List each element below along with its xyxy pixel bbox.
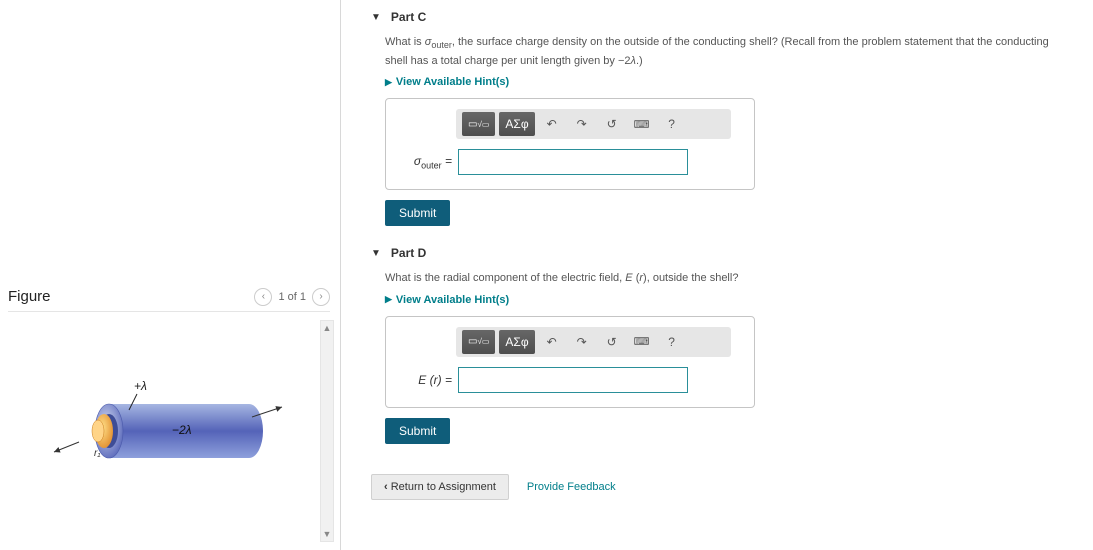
- caret-right-icon: ▶: [385, 77, 392, 88]
- help-button[interactable]: ?: [659, 112, 685, 136]
- keyboard-button[interactable]: ⌨: [629, 112, 655, 136]
- question-panel: ▼ Part C What is σouter, the surface cha…: [341, 0, 1093, 550]
- part-c-var-label: σouter =: [398, 154, 452, 170]
- greek-button[interactable]: ΑΣφ: [499, 112, 534, 136]
- collapse-caret-icon: ▼: [371, 12, 381, 23]
- figure-next-button[interactable]: ›: [312, 288, 330, 306]
- svg-text:−2λ: −2λ: [172, 423, 192, 437]
- part-c-answer-input[interactable]: [458, 149, 688, 175]
- template-button[interactable]: ▭√▭: [462, 112, 495, 136]
- scroll-up-icon[interactable]: ▲: [323, 321, 332, 335]
- reset-button[interactable]: ↺: [599, 330, 625, 354]
- chevron-left-icon: ‹: [384, 481, 388, 493]
- figure-scrollbar[interactable]: ▲ ▼: [320, 320, 334, 542]
- redo-button[interactable]: ↷: [569, 112, 595, 136]
- collapse-caret-icon: ▼: [371, 248, 381, 259]
- hints-label: View Available Hint(s): [396, 76, 509, 88]
- scroll-down-icon[interactable]: ▼: [323, 527, 332, 541]
- provide-feedback-link[interactable]: Provide Feedback: [527, 481, 616, 493]
- return-to-assignment-button[interactable]: ‹ Return to Assignment: [371, 474, 509, 500]
- template-button[interactable]: ▭√▭: [462, 330, 495, 354]
- return-label: Return to Assignment: [391, 481, 496, 493]
- part-c-hints-link[interactable]: ▶ View Available Hint(s): [385, 76, 1073, 88]
- part-c-title: Part C: [391, 10, 426, 24]
- part-c-submit-button[interactable]: Submit: [385, 200, 450, 226]
- hints-label: View Available Hint(s): [396, 294, 509, 306]
- undo-button[interactable]: ↶: [539, 112, 565, 136]
- figure-pager: ‹ 1 of 1 ›: [254, 288, 330, 306]
- keyboard-button[interactable]: ⌨: [629, 330, 655, 354]
- undo-button[interactable]: ↶: [539, 330, 565, 354]
- figure-title: Figure: [8, 288, 51, 305]
- part-d-prompt: What is the radial component of the elec…: [385, 270, 1073, 288]
- greek-button[interactable]: ΑΣφ: [499, 330, 534, 354]
- part-c-prompt: What is σouter, the surface charge densi…: [385, 34, 1073, 70]
- part-d-answer-area: ▭√▭ ΑΣφ ↶ ↷ ↺ ⌨ ? E (r) =: [385, 316, 755, 408]
- equation-toolbar: ▭√▭ ΑΣφ ↶ ↷ ↺ ⌨ ?: [456, 109, 731, 139]
- redo-button[interactable]: ↷: [569, 330, 595, 354]
- part-c-header[interactable]: ▼ Part C: [371, 0, 1073, 30]
- figure-prev-button[interactable]: ‹: [254, 288, 272, 306]
- part-d-var-label: E (r) =: [398, 373, 452, 387]
- part-d-hints-link[interactable]: ▶ View Available Hint(s): [385, 294, 1073, 306]
- caret-right-icon: ▶: [385, 294, 392, 305]
- figure-image: +λ −2λ r₁: [8, 352, 330, 512]
- part-d-answer-input[interactable]: [458, 367, 688, 393]
- part-c-answer-area: ▭√▭ ΑΣφ ↶ ↷ ↺ ⌨ ? σouter =: [385, 98, 755, 190]
- part-d-submit-button[interactable]: Submit: [385, 418, 450, 444]
- figure-pager-label: 1 of 1: [278, 291, 306, 303]
- reset-button[interactable]: ↺: [599, 112, 625, 136]
- svg-text:r₁: r₁: [94, 448, 100, 459]
- figure-panel: Figure ‹ 1 of 1 ›: [0, 0, 340, 550]
- svg-text:+λ: +λ: [134, 379, 147, 393]
- equation-toolbar: ▭√▭ ΑΣφ ↶ ↷ ↺ ⌨ ?: [456, 327, 731, 357]
- part-d-header[interactable]: ▼ Part D: [371, 236, 1073, 266]
- help-button[interactable]: ?: [659, 330, 685, 354]
- part-d-title: Part D: [391, 246, 426, 260]
